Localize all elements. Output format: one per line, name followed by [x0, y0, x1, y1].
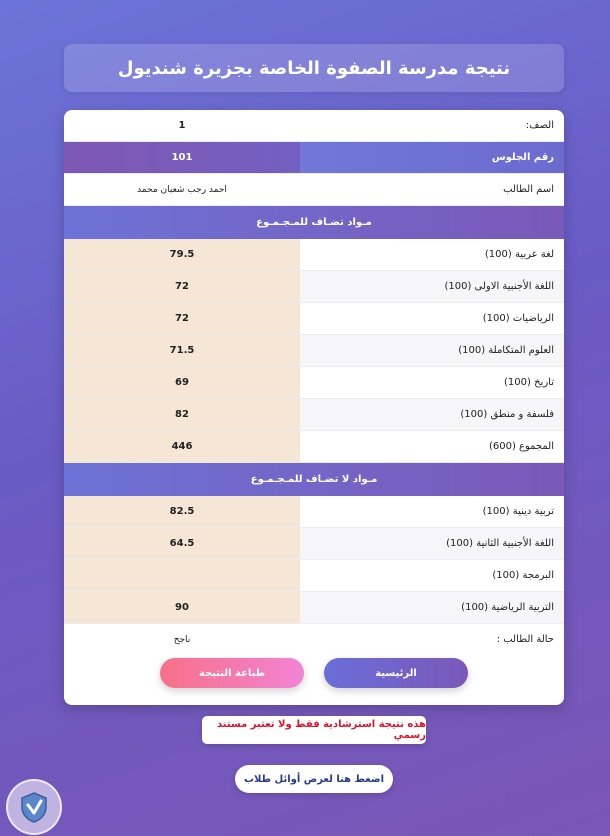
subject-row: لغة عربية (100) 79.5: [64, 239, 564, 271]
subject-row: اللغة الأجنبية الثانية (100) 64.5: [64, 528, 564, 560]
subject-label: التربية الرياضية (100): [300, 592, 564, 623]
subject-row: فلسفة و منطق (100) 82: [64, 399, 564, 431]
subject-label: اللغة الأجنبية الاولى (100): [300, 271, 564, 302]
subject-label: الرياضيات (100): [482, 313, 554, 324]
subject-score: 82.5: [64, 496, 300, 527]
section-header-counted: مـواد تضـاف للمـجـمـوع: [64, 206, 564, 239]
subject-row: تاريخ (100) 69: [64, 367, 564, 399]
page-title: نتيجة مدرسة الصفوة الخاصة بجزيرة شنديول: [64, 44, 564, 92]
info-row-seat-number: رقم الجلوس 101: [64, 142, 564, 174]
subject-score: 79.5: [64, 239, 300, 270]
subject-label: لغة عربية (100): [484, 249, 554, 260]
total-label: المجموع (600): [488, 441, 554, 452]
subject-row: الرياضيات (100) 72: [64, 303, 564, 335]
counted-subjects-list: لغة عربية (100) 79.5 اللغة الأجنبية الاول…: [64, 239, 564, 463]
info-label: اسم الطالب: [503, 184, 554, 195]
section-header-not-counted: مـواد لا تضـاف للمـجـمـوع: [64, 463, 564, 496]
subject-score: 72: [64, 303, 300, 334]
result-card: الصف: 1 رقم الجلوس 101 اسم الطالب احمد ر…: [64, 110, 564, 705]
info-row-grade: الصف: 1: [64, 110, 564, 142]
status-row: حالة الطالب : ناجح: [64, 624, 564, 655]
subject-label: اللغة الأجنبية الثانية (100): [300, 528, 564, 559]
total-row: المجموع (600) 446: [64, 431, 564, 463]
total-score: 446: [64, 431, 300, 462]
subject-row: التربية الرياضية (100) 90: [64, 592, 564, 624]
subject-score: 90: [64, 592, 300, 623]
home-button[interactable]: الرئيسية: [324, 658, 468, 688]
subject-label: البرمجة (100): [492, 570, 554, 581]
status-label: حالة الطالب :: [496, 634, 554, 645]
top-students-link[interactable]: اضغط هنا لعرض أوائل طلاب: [235, 765, 393, 793]
page-title-text: نتيجة مدرسة الصفوة الخاصة بجزيرة شنديول: [117, 57, 511, 79]
info-value: احمد رجب شعبان محمد: [137, 184, 227, 195]
info-label: الصف:: [525, 120, 554, 131]
subject-score: 69: [64, 367, 300, 398]
info-value: 1: [178, 120, 186, 131]
subject-label: العلوم المتكاملة (100): [300, 335, 564, 366]
info-value: 101: [64, 142, 300, 173]
other-subjects-list: تربية دينية (100) 82.5 اللغة الأجنبية الث…: [64, 496, 564, 624]
subject-label: تاريخ (100): [504, 377, 554, 388]
disclaimer-notice: هذه نتيجة استرشادية فقط ولا تعتبر مستند …: [202, 716, 426, 744]
print-result-button[interactable]: طباعة النتيجة: [160, 658, 304, 688]
info-label: رقم الجلوس: [300, 142, 564, 173]
shield-logo-icon: [6, 779, 62, 835]
subject-score: 82: [64, 399, 300, 430]
subject-row: البرمجة (100): [64, 560, 564, 592]
subject-label: تربية دينية (100): [482, 506, 554, 517]
subject-score: 72: [64, 271, 300, 302]
action-buttons: الرئيسية طباعة النتيجة: [64, 658, 564, 688]
subject-score: 71.5: [64, 335, 300, 366]
subject-score: 64.5: [64, 528, 300, 559]
subject-row: تربية دينية (100) 82.5: [64, 496, 564, 528]
subject-label: فلسفة و منطق (100): [300, 399, 564, 430]
subject-score: [64, 560, 300, 591]
subject-row: العلوم المتكاملة (100) 71.5: [64, 335, 564, 367]
subject-row: اللغة الأجنبية الاولى (100) 72: [64, 271, 564, 303]
info-row-student-name: اسم الطالب احمد رجب شعبان محمد: [64, 174, 564, 206]
status-value: ناجح: [173, 634, 191, 645]
